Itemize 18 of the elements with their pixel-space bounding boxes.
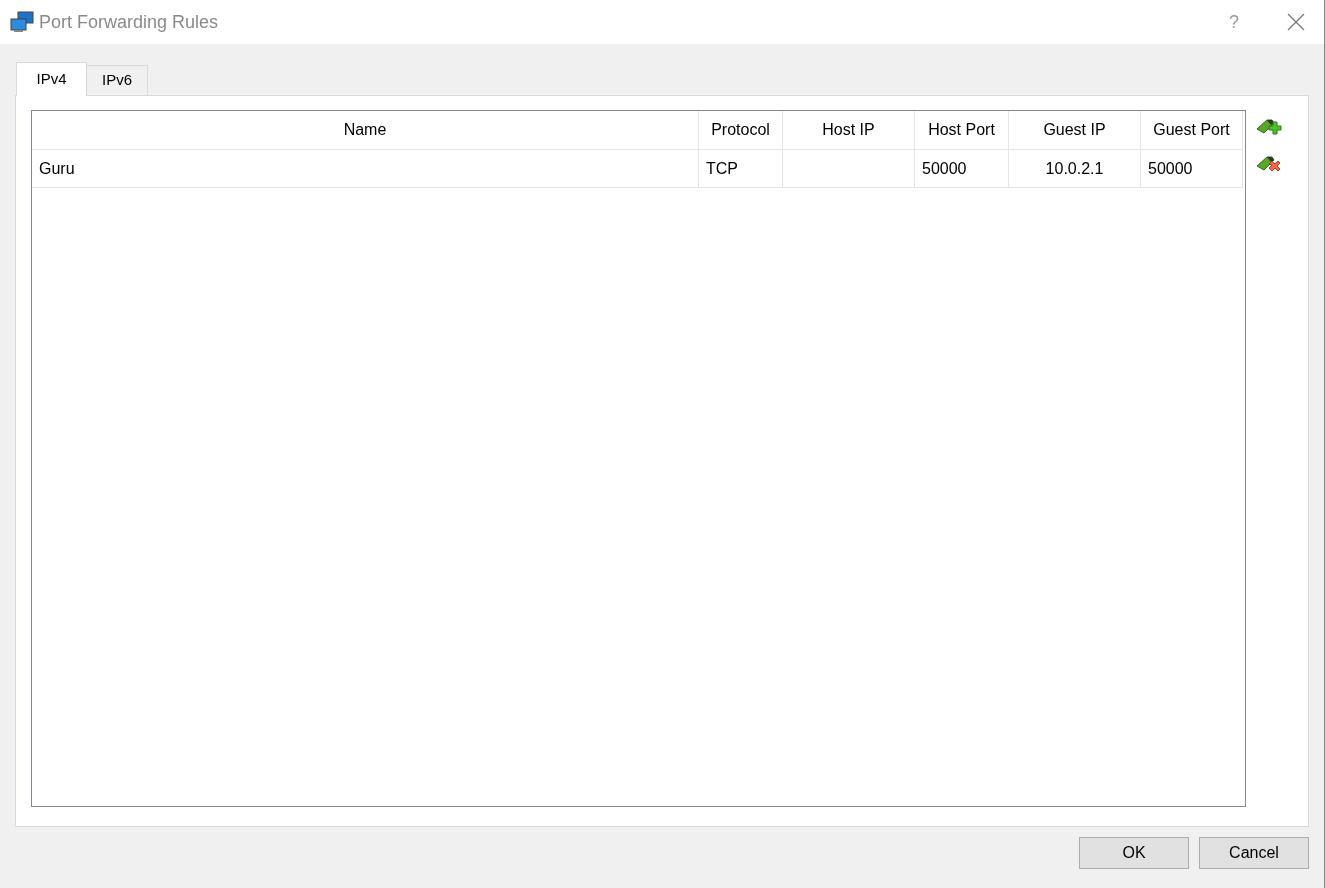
table-cell: Guru <box>32 150 699 188</box>
column-header[interactable]: Guest Port <box>1141 111 1243 150</box>
dialog-button[interactable]: Cancel <box>1199 837 1309 869</box>
close-icon[interactable] <box>1287 13 1305 31</box>
table-cell: TCP <box>699 150 783 188</box>
column-header[interactable]: Name <box>32 111 699 150</box>
column-header[interactable]: Protocol <box>699 111 783 150</box>
column-header[interactable]: Guest IP <box>1009 111 1141 150</box>
tab[interactable]: IPv6 <box>87 65 148 95</box>
dialog-button[interactable]: OK <box>1079 837 1189 869</box>
column-header[interactable]: Host IP <box>783 111 915 150</box>
window-title: Port Forwarding Rules <box>39 10 219 34</box>
tab[interactable]: IPv4 <box>16 62 87 96</box>
network-computers-icon <box>10 11 34 33</box>
column-header[interactable]: Host Port <box>915 111 1009 150</box>
table-cell: 50000 <box>915 150 1009 188</box>
table-cell: 50000 <box>1141 150 1243 188</box>
table-cell: 10.0.2.1 <box>1009 150 1141 188</box>
